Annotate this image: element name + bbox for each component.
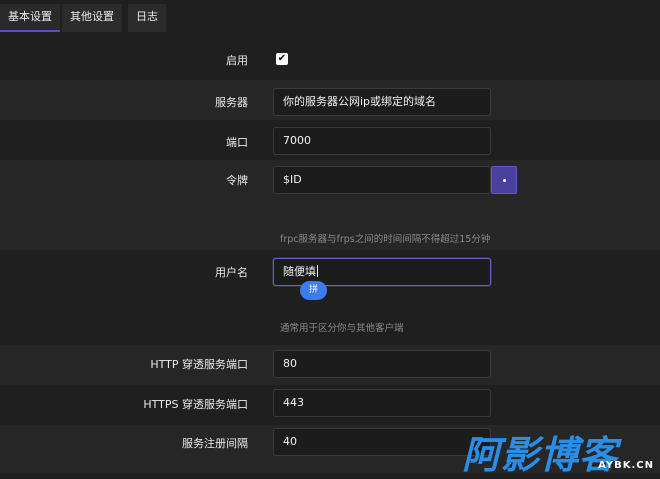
ime-pinyin-badge: 拼 xyxy=(300,281,327,300)
reveal-icon xyxy=(503,179,506,182)
server-input[interactable]: 你的服务器公网ip或绑定的域名 xyxy=(273,88,491,116)
token-label: 令牌 xyxy=(226,174,248,187)
username-hint: 通常用于区分你与其他客户端 xyxy=(280,323,404,334)
heartbeat-label: 服务注册间隔 xyxy=(182,437,248,450)
row-enable: 启用 xyxy=(0,40,660,80)
token-hint: frpc服务器与frps之间的时间间隔不得超过15分钟 xyxy=(280,234,491,245)
server-label: 服务器 xyxy=(215,96,248,109)
https-port-label: HTTPS 穿透服务端口 xyxy=(143,398,248,411)
https-port-input[interactable]: 443 xyxy=(273,389,491,417)
token-input[interactable]: $ID xyxy=(273,166,491,194)
reveal-token-button[interactable] xyxy=(491,166,517,194)
http-port-label: HTTP 穿透服务端口 xyxy=(150,358,248,371)
check-icon: ✔ xyxy=(277,53,287,64)
text-caret xyxy=(317,265,318,277)
site-watermark: 阿影博客 AYBK.CN xyxy=(462,424,660,477)
watermark-domain: AYBK.CN xyxy=(598,460,654,471)
watermark-logo: 阿影博客 xyxy=(462,433,619,477)
tab-basic-settings[interactable]: 基本设置 xyxy=(0,4,60,32)
tab-log[interactable]: 日志 xyxy=(128,4,166,32)
port-input[interactable]: 7000 xyxy=(273,127,491,155)
enable-checkbox[interactable]: ✔ xyxy=(276,53,288,65)
tab-other-settings[interactable]: 其他设置 xyxy=(62,4,122,32)
heartbeat-input[interactable]: 40 xyxy=(273,428,491,456)
username-value: 随便填 xyxy=(283,265,316,278)
http-port-input[interactable]: 80 xyxy=(273,350,491,378)
enable-label: 启用 xyxy=(226,54,248,67)
tab-bar: 基本设置 其他设置 日志 xyxy=(0,0,660,32)
port-label: 端口 xyxy=(226,136,248,149)
username-label: 用户名 xyxy=(215,266,248,279)
